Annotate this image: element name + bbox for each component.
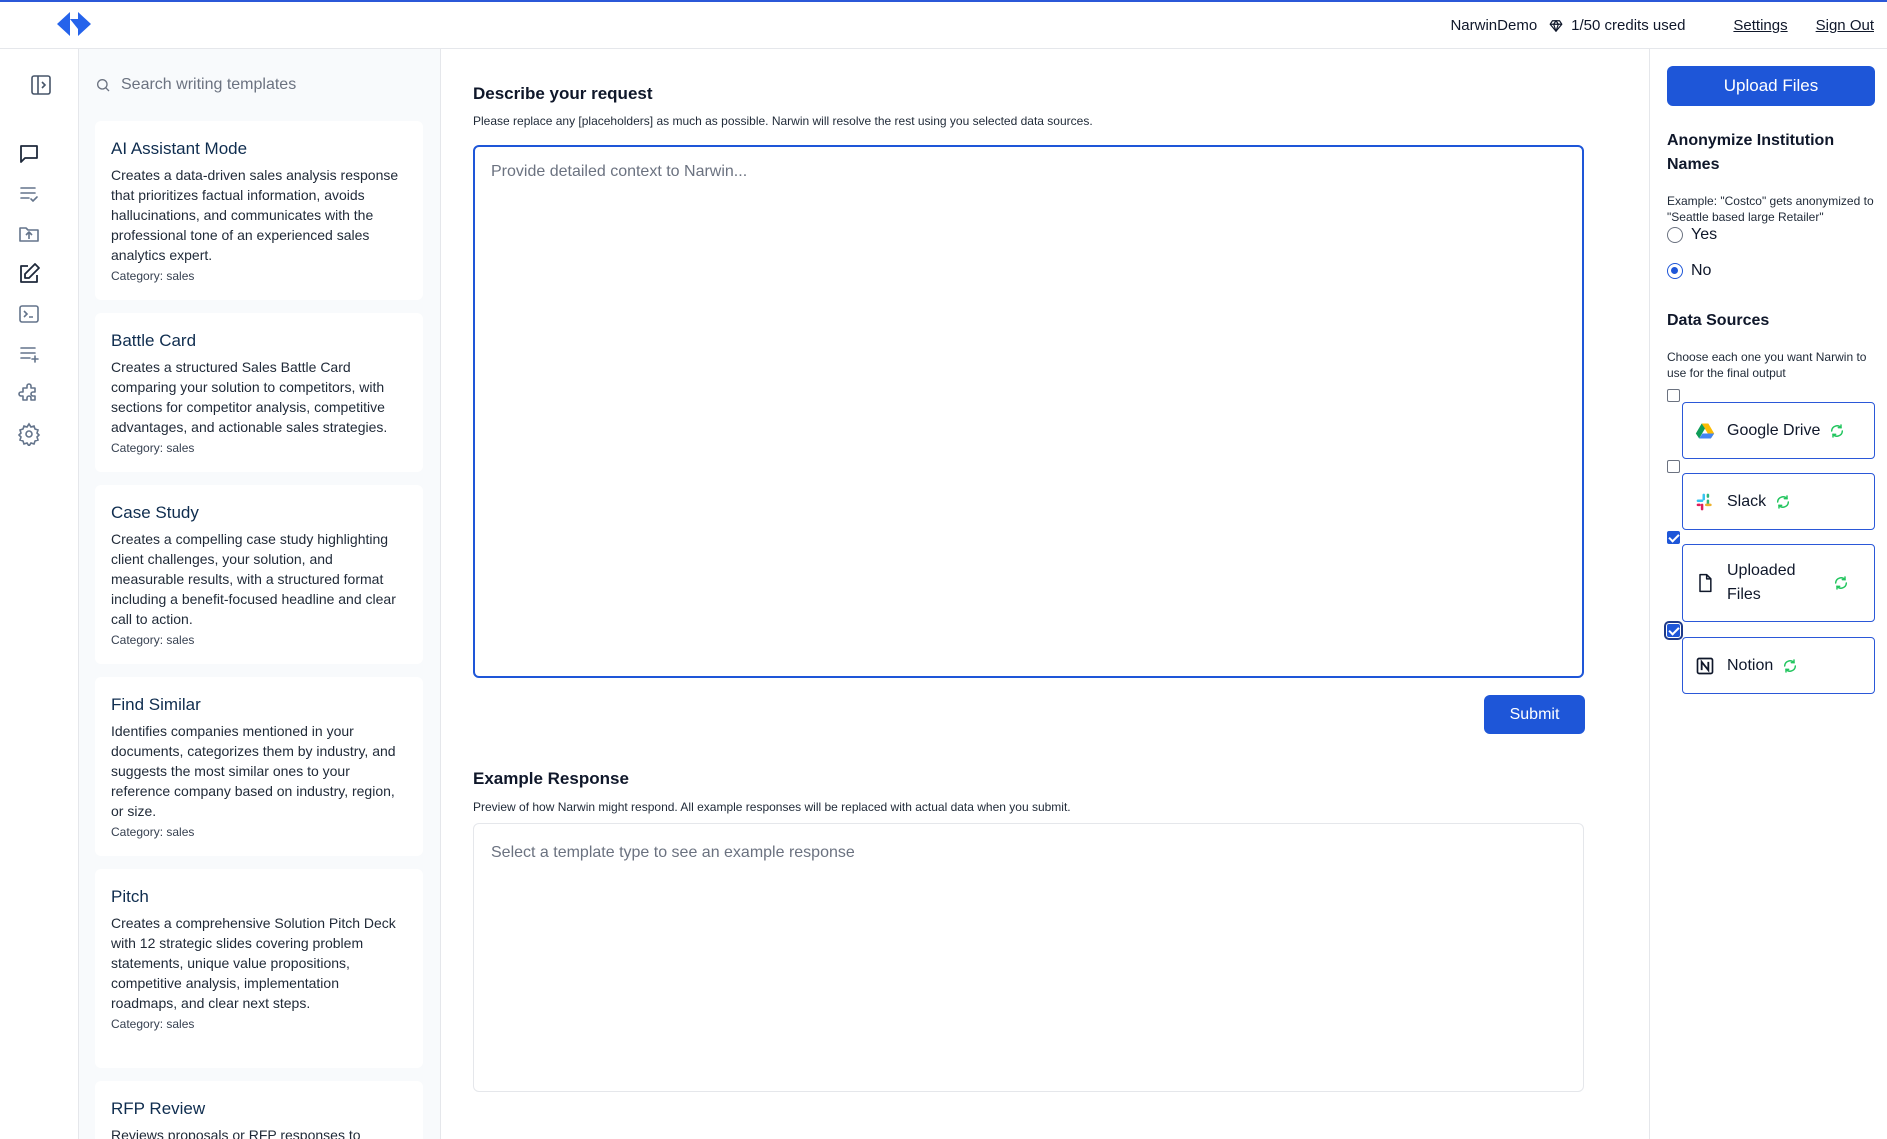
example-placeholder: Select a template type to see an example… [491,844,855,861]
file-icon [1695,573,1715,593]
data-source-label: Slack [1727,492,1767,510]
sidebar-toggle-icon[interactable] [29,73,53,97]
slack-checkbox[interactable] [1667,460,1680,473]
edit-icon[interactable] [17,262,41,286]
folder-upload-icon[interactable] [17,222,41,246]
example-response-box: Select a template type to see an example… [473,823,1584,1092]
sync-icon[interactable] [1833,575,1849,591]
top-bar: NarwinDemo 1/50 credits used Settings Si… [0,0,1887,49]
example-help-text: Preview of how Narwin might respond. All… [473,800,1071,814]
radio-label: No [1691,262,1712,279]
sign-out-link[interactable]: Sign Out [1816,17,1874,34]
anonymize-title: Anonymize Institution Names [1667,132,1835,173]
template-description: Creates a data-driven sales analysis res… [111,167,399,263]
anonymize-help-text: Example: "Costco" gets anonymized to "Se… [1667,194,1874,224]
request-textarea[interactable] [473,145,1584,678]
template-card[interactable]: Find Similar Identifies companies mentio… [95,677,423,856]
narwin-logo-icon[interactable] [55,9,93,39]
data-source-google-drive[interactable]: Google Drive [1682,402,1875,459]
uploaded-files-checkbox[interactable] [1667,531,1680,544]
request-title: Describe your request [473,84,653,103]
template-category: Category: sales [111,269,195,283]
template-category: Category: sales [111,441,195,455]
radio-button[interactable] [1667,263,1683,279]
google-drive-checkbox[interactable] [1667,389,1680,402]
credits-indicator: 1/50 credits used [1549,17,1685,34]
data-source-label: Uploaded Files [1727,562,1796,603]
anonymize-yes-radio[interactable]: Yes [1667,226,1717,244]
template-category: Category: sales [111,633,195,647]
template-card[interactable]: Case Study Creates a compelling case stu… [95,485,423,664]
template-title: Case Study [111,503,199,522]
template-description: Identifies companies mentioned in your d… [111,723,396,819]
account-area: NarwinDemo 1/50 credits used Settings Si… [1450,2,1874,49]
credits-text: 1/50 credits used [1571,17,1686,34]
template-description: Reviews proposals or RFP responses to [111,1127,361,1139]
upload-files-button[interactable]: Upload Files [1667,66,1875,106]
template-description: Creates a comprehensive Solution Pitch D… [111,915,396,1011]
data-sources-help-text: Choose each one you want Narwin to use f… [1667,350,1867,380]
submit-button[interactable]: Submit [1484,695,1585,734]
template-title: Battle Card [111,331,197,350]
slack-icon [1695,492,1715,512]
sync-icon[interactable] [1829,423,1845,439]
main-content: Describe your request Please replace any… [442,49,1649,1139]
data-source-label: Notion [1727,656,1774,674]
radio-label: Yes [1691,226,1718,243]
diamond-icon [1549,19,1571,33]
template-card[interactable]: RFP Review Reviews proposals or RFP resp… [95,1081,423,1139]
sync-icon[interactable] [1775,494,1791,510]
templates-panel: AI Assistant Mode Creates a data-driven … [79,49,441,1139]
username: NarwinDemo [1450,17,1538,34]
template-category: Category: sales [111,825,195,839]
template-search-input[interactable] [121,76,401,94]
chat-icon[interactable] [17,142,41,166]
data-source-slack[interactable]: Slack [1682,473,1875,530]
template-card[interactable]: AI Assistant Mode Creates a data-driven … [95,121,423,300]
puzzle-icon[interactable] [17,382,41,406]
search-icon [95,77,121,93]
template-title: AI Assistant Mode [111,139,248,158]
right-sidebar: Upload Files Anonymize Institution Names… [1649,49,1887,1139]
data-source-label: Google Drive [1727,421,1821,439]
request-help-text: Please replace any [placeholders] as muc… [473,114,1093,128]
template-category: Category: sales [111,1017,195,1031]
settings-link[interactable]: Settings [1733,17,1787,34]
list-check-icon[interactable] [17,182,41,206]
icon-rail [0,49,79,1139]
template-description: Creates a structured Sales Battle Card c… [111,359,388,435]
notion-icon [1695,656,1715,676]
template-title: RFP Review [111,1099,206,1118]
sync-icon[interactable] [1782,658,1798,674]
terminal-icon[interactable] [17,302,41,326]
google-drive-icon [1695,421,1715,441]
template-title: Pitch [111,887,149,906]
notion-checkbox[interactable] [1664,621,1683,640]
template-card[interactable]: Battle Card Creates a structured Sales B… [95,313,423,472]
template-title: Find Similar [111,695,201,714]
data-sources-title: Data Sources [1667,312,1770,329]
example-title: Example Response [473,769,629,788]
list-add-icon[interactable] [17,342,41,366]
template-card[interactable]: Pitch Creates a comprehensive Solution P… [95,869,423,1068]
data-source-notion[interactable]: Notion [1682,637,1875,694]
template-description: Creates a compelling case study highligh… [111,531,396,627]
anonymize-no-radio[interactable]: No [1667,262,1711,280]
data-source-uploaded-files[interactable]: Uploaded Files [1682,544,1875,622]
radio-button[interactable] [1667,227,1683,243]
template-search [95,71,415,99]
gear-icon[interactable] [17,422,41,446]
